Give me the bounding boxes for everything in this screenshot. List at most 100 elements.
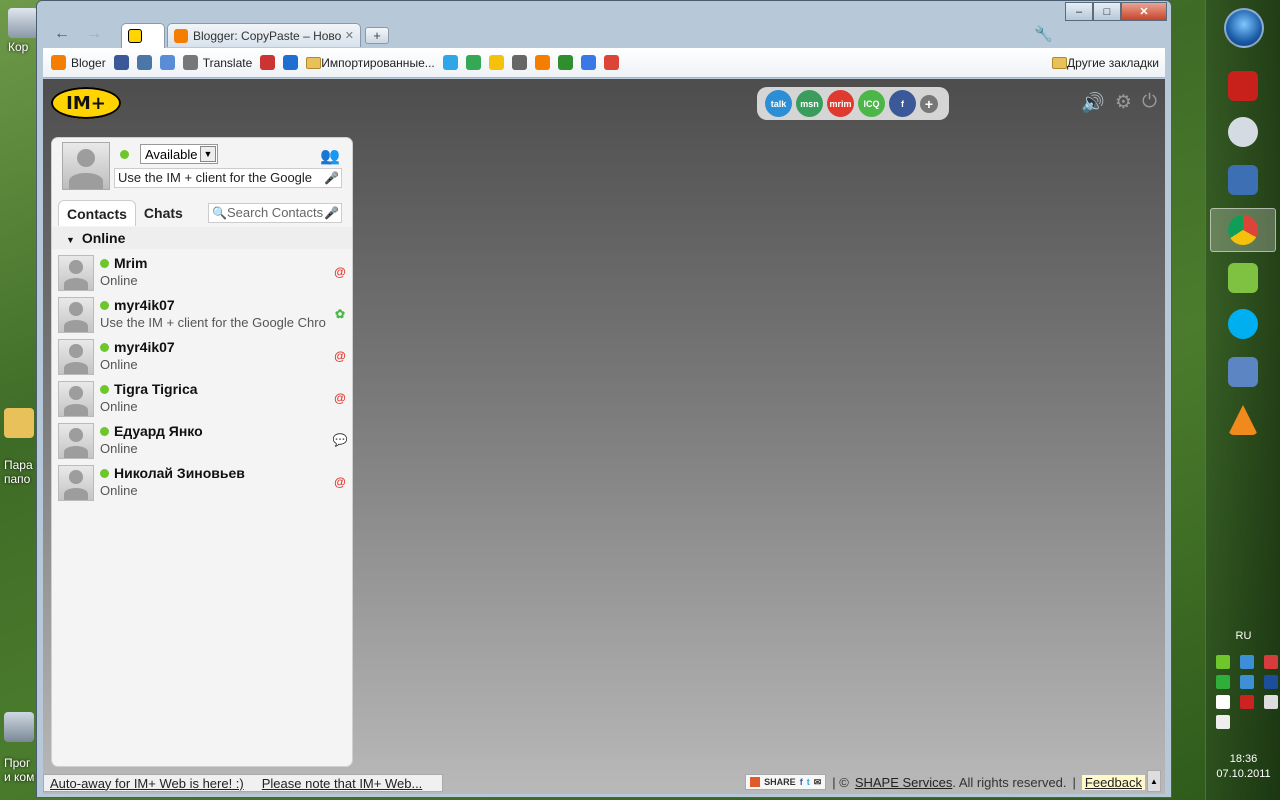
desktop-icon-recycle[interactable]: Кор bbox=[8, 8, 38, 54]
tray-check-icon[interactable] bbox=[1216, 675, 1230, 689]
taskbar-app-skype[interactable] bbox=[1210, 302, 1276, 346]
bookmark-label: Bloger bbox=[71, 55, 106, 70]
tray-bluetooth-icon[interactable] bbox=[1264, 675, 1278, 689]
network-icon bbox=[1228, 165, 1258, 195]
scroll-up-button[interactable]: ▲ bbox=[1147, 770, 1161, 792]
bookmark-item[interactable] bbox=[136, 55, 152, 70]
bookmark-item[interactable] bbox=[603, 55, 619, 70]
bookmark-item[interactable] bbox=[283, 55, 299, 70]
search-contacts-input[interactable]: 🔍 Search Contacts 🎤 bbox=[208, 203, 342, 223]
taskbar-app-vlc[interactable] bbox=[1210, 398, 1276, 442]
tray-close-icon[interactable] bbox=[1264, 655, 1278, 669]
tab-contacts[interactable]: Contacts bbox=[58, 200, 136, 226]
bookmark-item[interactable] bbox=[113, 55, 129, 70]
company-link[interactable]: SHAPE Services bbox=[855, 775, 953, 790]
clock[interactable]: 18:36 07.10.2011 bbox=[1206, 752, 1280, 782]
tab-chats[interactable]: Chats bbox=[136, 200, 191, 226]
bookmark-item[interactable] bbox=[511, 55, 527, 70]
online-status-icon bbox=[100, 301, 109, 310]
tray-signal-icon[interactable] bbox=[1264, 695, 1278, 709]
taskbar-app-network[interactable] bbox=[1210, 158, 1276, 202]
settings-gear-icon[interactable]: ⚙ bbox=[1115, 91, 1132, 115]
other-bookmarks[interactable]: Другие закладки bbox=[1052, 56, 1159, 70]
email-icon: ✉ bbox=[813, 776, 822, 787]
add-network-button[interactable]: + bbox=[920, 94, 938, 113]
mic-icon[interactable]: 🎤 bbox=[324, 169, 339, 187]
twitter-icon: t bbox=[806, 777, 810, 787]
bookmark-favicon-icon bbox=[159, 55, 175, 70]
tray-monitor-icon[interactable] bbox=[1240, 655, 1254, 669]
language-indicator[interactable]: RU bbox=[1206, 630, 1280, 642]
network-f-icon[interactable]: f bbox=[889, 90, 916, 117]
status-message-input[interactable]: Use the IM + client for the Google 🎤 bbox=[114, 168, 342, 188]
minimize-button[interactable]: – bbox=[1065, 2, 1093, 21]
wrench-menu-icon[interactable]: 🔧 bbox=[1034, 25, 1053, 43]
bookmark-item[interactable] bbox=[580, 55, 596, 70]
forward-button[interactable]: → bbox=[81, 23, 107, 45]
tray-antivirus-icon[interactable] bbox=[1216, 655, 1230, 669]
feedback-link[interactable]: Feedback bbox=[1081, 774, 1145, 790]
contact-row[interactable]: myr4ik07 Online @ bbox=[58, 336, 352, 378]
tray-dropbox-icon[interactable] bbox=[1240, 675, 1254, 689]
network-msn-icon[interactable]: msn bbox=[796, 90, 823, 117]
contact-avatar bbox=[58, 255, 94, 291]
close-tab-icon[interactable]: ✕ bbox=[345, 29, 354, 42]
bookmark-item[interactable]: Bloger bbox=[51, 55, 106, 70]
desktop-icon-programs[interactable]: Прог и ком bbox=[4, 712, 34, 784]
contact-name: Mrim bbox=[114, 255, 148, 271]
group-header-online[interactable]: ▼ Online bbox=[52, 227, 352, 249]
bookmark-item[interactable] bbox=[159, 55, 175, 70]
network-talk-icon[interactable]: talk bbox=[765, 90, 792, 117]
taskbar-app-chrome[interactable] bbox=[1210, 208, 1276, 252]
bookmark-favicon-icon bbox=[283, 55, 299, 70]
back-button[interactable]: ← bbox=[49, 23, 75, 45]
mic-icon[interactable]: 🎤 bbox=[324, 204, 339, 222]
taskbar-app-virtualbox[interactable] bbox=[1210, 350, 1276, 394]
new-tab-button[interactable]: + bbox=[365, 27, 389, 44]
bookmark-item[interactable] bbox=[534, 55, 550, 70]
share-button[interactable]: SHARE f t ✉ bbox=[745, 774, 827, 790]
news-link[interactable]: Please note that IM+ Web... bbox=[262, 776, 423, 791]
network-icq-icon[interactable]: ICQ bbox=[858, 90, 885, 117]
contact-row[interactable]: Николай Зиновьев Online @ bbox=[58, 462, 352, 504]
desktop-icon-folder[interactable]: Пара папо bbox=[4, 408, 34, 486]
contact-row[interactable]: Mrim Online @ bbox=[58, 252, 352, 294]
bookmark-item[interactable] bbox=[488, 55, 504, 70]
bookmark-favicon-icon bbox=[488, 55, 504, 70]
start-button[interactable] bbox=[1224, 8, 1264, 48]
implus-app: IM+ talk msn mrim ICQ f + 🔊 ⚙ ⏻ Available ▼ 👥… bbox=[43, 79, 1165, 794]
my-avatar[interactable] bbox=[62, 142, 110, 190]
network-mrim-icon[interactable]: mrim bbox=[827, 90, 854, 117]
logout-icon[interactable]: ⏻ bbox=[1142, 91, 1157, 115]
taskbar-app-torrent[interactable] bbox=[1210, 256, 1276, 300]
bookmark-item[interactable] bbox=[557, 55, 573, 70]
contact-row[interactable]: Tigra Tigrica Online @ bbox=[58, 378, 352, 420]
implus-tab-icon bbox=[128, 29, 142, 43]
tab-blogger[interactable]: Blogger: CopyPaste – Ново ✕ bbox=[167, 23, 361, 47]
contact-row[interactable]: myr4ik07 Use the IM + client for the Goog… bbox=[58, 294, 352, 336]
status-select[interactable]: Available ▼ bbox=[140, 144, 218, 164]
bookmark-item[interactable] bbox=[442, 55, 458, 70]
maximize-button[interactable]: □ bbox=[1093, 2, 1121, 21]
taskbar-app-snipping[interactable] bbox=[1210, 110, 1276, 154]
window-controls: – □ ✕ bbox=[1065, 2, 1167, 21]
bookmark-item[interactable]: Translate bbox=[182, 55, 252, 70]
close-window-button[interactable]: ✕ bbox=[1121, 2, 1167, 21]
tray-flag-icon[interactable] bbox=[1216, 695, 1230, 709]
tab-implus[interactable] bbox=[121, 23, 165, 48]
footer-separator: | bbox=[1072, 774, 1076, 790]
footer: SHARE f t ✉ | © SHAPE Services. All righ… bbox=[745, 774, 1145, 790]
taskbar-app-flash[interactable] bbox=[1210, 64, 1276, 108]
sound-icon[interactable]: 🔊 bbox=[1081, 91, 1105, 115]
tray-power-icon[interactable] bbox=[1240, 695, 1254, 709]
bookmark-item[interactable]: Импортированные... bbox=[306, 56, 435, 70]
bookmark-item[interactable] bbox=[260, 55, 276, 70]
programs-shortcut-icon bbox=[4, 712, 34, 742]
add-contact-icon[interactable]: 👥 bbox=[320, 146, 340, 166]
tray-volume-icon[interactable] bbox=[1216, 715, 1230, 729]
news-link[interactable]: Auto-away for IM+ Web is here! :) bbox=[50, 776, 244, 791]
bookmark-item[interactable] bbox=[465, 55, 481, 70]
contact-row[interactable]: Едуард Янко Online 💬 bbox=[58, 420, 352, 462]
folder-shortcut-icon bbox=[4, 408, 34, 438]
online-status-icon bbox=[100, 259, 109, 268]
